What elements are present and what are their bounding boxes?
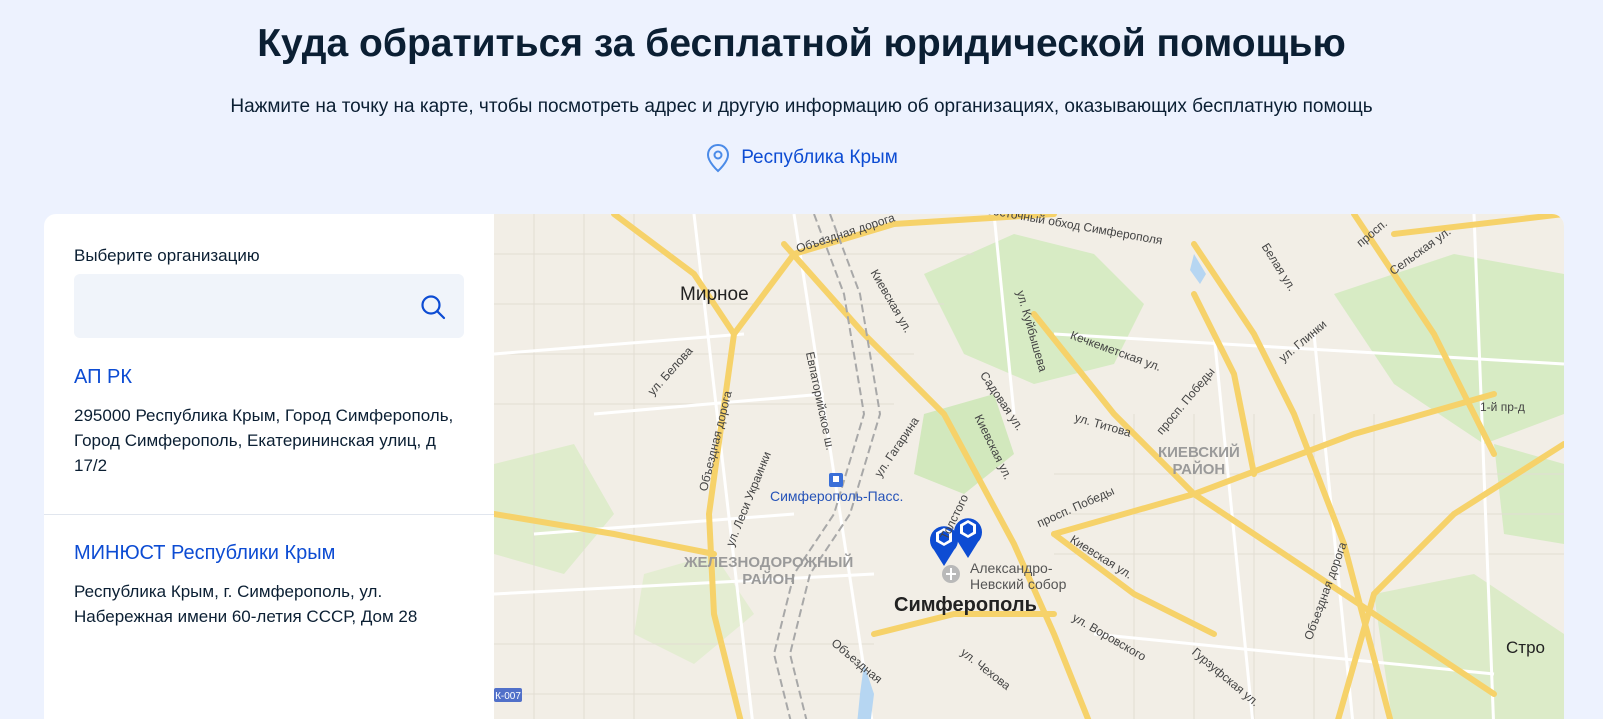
street-label: 1-й пр-д — [1480, 400, 1525, 414]
region-selector[interactable]: Республика Крым — [0, 143, 1603, 173]
town-label: Мирное — [680, 284, 749, 305]
page-title: Куда обратиться за бесплатной юридическо… — [257, 22, 1346, 65]
divider — [44, 514, 494, 515]
town-label: Стро — [1506, 638, 1545, 657]
organization-address: 295000 Республика Крым, Город Симферопол… — [74, 406, 454, 475]
city-label: Симферополь — [894, 594, 1037, 616]
select-organization-label: Выберите организацию — [74, 246, 260, 265]
page-subtitle: Нажмите на точку на карте, чтобы посмотр… — [230, 96, 1373, 117]
organization-address: Республика Крым, г. Симферополь, ул. Наб… — [74, 582, 418, 626]
map-canvas: К-007 — [494, 214, 1564, 719]
search-box — [74, 274, 464, 338]
road-code: К-007 — [495, 691, 521, 702]
organization-item: МИНЮСТ Республики Крым Республика Крым, … — [44, 542, 494, 629]
organization-name[interactable]: МИНЮСТ Республики Крым — [74, 542, 464, 565]
organization-name[interactable]: АП РК — [74, 366, 464, 389]
region-label: Республика Крым — [741, 147, 898, 168]
station-label: Симферополь-Пасс. — [770, 488, 904, 504]
organization-item: АП РК 295000 Республика Крым, Город Симф… — [44, 366, 494, 478]
map[interactable]: К-007 Мирное Симферополь ЖЕЛЕЗНОДОРОЖНЫЙ… — [494, 214, 1564, 719]
organizations-panel: Выберите организацию АП РК 295000 Респуб… — [44, 214, 494, 719]
search-icon[interactable] — [420, 294, 446, 320]
district-label: КИЕВСКИЙ РАЙОН — [1158, 444, 1240, 478]
poi-label: Александро- Невский собор — [970, 560, 1067, 592]
district-label: ЖЕЛЕЗНОДОРОЖНЫЙ РАЙОН — [684, 554, 854, 588]
search-input[interactable] — [74, 274, 404, 338]
organizations-card: Выберите организацию АП РК 295000 Респуб… — [44, 214, 1564, 719]
location-pin-icon — [707, 143, 730, 173]
